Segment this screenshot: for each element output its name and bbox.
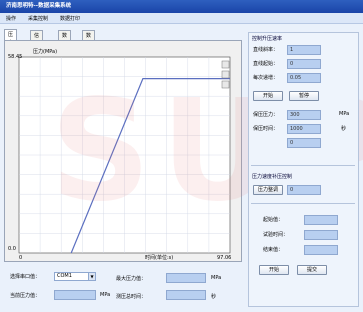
run-button[interactable]: 开始: [259, 265, 289, 275]
hold-pressure-unit: MPa: [339, 111, 350, 117]
current-pressure-label: 当前压力值：: [10, 293, 41, 299]
chart-panel: 58.45 压力(MPa) 0.0 0 时间(单位:s) 97.06: [4, 40, 242, 262]
tab-database[interactable]: 数据库: [58, 30, 72, 55]
current-pressure-unit: MPa: [100, 292, 111, 298]
tab-pressure-curve[interactable]: 压力曲线: [4, 29, 18, 62]
chart-title: 压力(MPa): [33, 48, 57, 55]
zoom-icon[interactable]: [221, 60, 230, 69]
x-left-label: 0: [19, 255, 22, 261]
current-pressure-field: [54, 290, 96, 300]
control-panel: 控制升压速率 直线斜率： 1 直线起始： 0 每次递增： 0.05 开始 暂停 …: [248, 32, 359, 307]
y-bottom-label: 0.0: [8, 246, 16, 252]
start-input[interactable]: 0: [287, 59, 321, 69]
x-axis-label: 时间(单位:s): [145, 254, 173, 261]
max-pressure-unit: MPa: [211, 275, 222, 281]
total-time-unit: 秒: [211, 294, 217, 300]
start-value-label: 起始值：: [263, 217, 284, 223]
test-time-label: 试验时间：: [263, 232, 289, 238]
port-value: COM1: [57, 273, 72, 279]
port-label: 选择串口值：: [10, 274, 41, 280]
menu-bar: 操作 采集控制 数据打印: [0, 13, 363, 24]
total-time-label: 测压总时间：: [116, 294, 147, 300]
separator: [251, 203, 355, 204]
total-time-field: [166, 290, 206, 300]
hold-time-label: 保压时间：: [253, 126, 279, 132]
reset-icon[interactable]: [221, 80, 230, 89]
status-area: 选择串口值： COM1 ▼ 最大压力值： MPa 当前压力值： MPa 测压总时…: [4, 265, 244, 307]
submit-button[interactable]: 提交: [297, 265, 327, 275]
chevron-down-icon[interactable]: ▼: [88, 273, 95, 280]
control-group-title: 控制升压速率: [252, 36, 283, 42]
start-label: 直线起始：: [253, 61, 279, 67]
chart-toolbar: [221, 60, 230, 89]
x-right-label: 97.06: [217, 255, 231, 261]
pan-icon[interactable]: [221, 70, 230, 79]
window-title: 济南思明特--数据采集系统: [0, 0, 363, 13]
port-select[interactable]: COM1 ▼: [54, 272, 96, 281]
end-value-input[interactable]: [304, 245, 338, 255]
step-label: 每次递增：: [253, 75, 279, 81]
extra-field[interactable]: 0: [287, 138, 321, 148]
tab-info[interactable]: 信息填写: [30, 30, 44, 63]
menu-operate[interactable]: 操作: [6, 15, 16, 22]
pause-button[interactable]: 暂停: [289, 91, 319, 101]
max-pressure-field: [166, 273, 206, 283]
rate-group-title: 压力速度补压控制: [252, 174, 293, 180]
y-top-label: 58.45: [8, 54, 22, 60]
rise-rate-input[interactable]: 1: [287, 45, 321, 55]
menu-acquire[interactable]: 采集控制: [28, 15, 48, 22]
max-pressure-label: 最大压力值：: [116, 276, 147, 282]
hold-pressure-input[interactable]: 300: [287, 110, 321, 120]
hold-time-unit: 秒: [341, 126, 347, 132]
pressure-adjust-button[interactable]: 压力整调: [253, 185, 283, 195]
hold-pressure-label: 保压压力：: [253, 112, 279, 118]
menu-print[interactable]: 数据打印: [60, 15, 80, 22]
rise-rate-label: 直线斜率：: [253, 47, 279, 53]
end-value-label: 结束值：: [263, 247, 284, 253]
start-value-input[interactable]: [304, 215, 338, 225]
separator: [251, 165, 355, 166]
test-time-input[interactable]: [304, 230, 338, 240]
pressure-adjust-input[interactable]: 0: [287, 185, 321, 195]
step-input[interactable]: 0.05: [287, 73, 321, 83]
hold-time-input[interactable]: 1000: [287, 124, 321, 134]
pressure-chart: 58.45 压力(MPa) 0.0 0 时间(单位:s) 97.06: [8, 48, 231, 261]
start-button[interactable]: 开始: [253, 91, 283, 101]
tab-playback[interactable]: 数据回放: [82, 30, 96, 63]
